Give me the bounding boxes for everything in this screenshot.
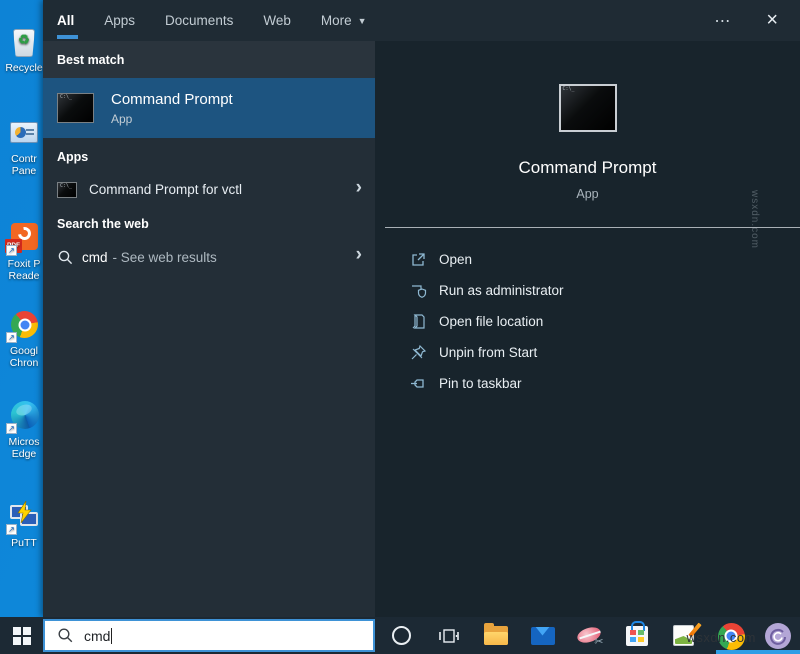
chevron-down-icon: ▼ [357,15,367,26]
desktop-icon-label: Chron [9,357,39,369]
desktop-icon-label: Foxit P [7,258,41,270]
context-actions: Open Run as administrator Open file loca… [375,244,800,399]
desktop-icon-putty[interactable]: ↗ PuTT [1,500,47,549]
edge-icon: ↗ [6,399,41,434]
open-icon [412,253,425,266]
preview-panel: Command Prompt App Open [375,41,800,617]
options-ellipsis-icon[interactable]: ⋯ [714,11,732,31]
text-caret [111,627,113,644]
mail-icon [530,626,555,645]
desktop-icon-recycle-bin[interactable]: ♻ Recycle [1,25,47,74]
recycle-bin-icon: ♻ [7,25,41,59]
taskbar-file-explorer-button[interactable] [472,617,519,654]
foxit-reader-icon: PDF ↗ [5,221,41,256]
result-command-prompt-for-vctl[interactable]: Command Prompt for vctl › [43,172,375,207]
tab-web[interactable]: Web [263,0,291,41]
taskbar-task-view-button[interactable] [425,617,472,654]
action-pin-to-taskbar[interactable]: Pin to taskbar [375,368,800,399]
chrome-icon: ↗ [6,308,41,343]
desktop-icon-label: Googl [9,345,39,357]
close-icon[interactable]: × [766,9,778,32]
command-prompt-icon [57,93,94,123]
search-filter-tabs: All Apps Documents Web More ▼ ⋯ × [43,0,800,41]
tab-more[interactable]: More ▼ [321,0,367,41]
putty-icon: ↗ [6,500,41,535]
taskbar-store-button[interactable] [613,617,660,654]
best-match-header: Best match [43,41,375,78]
best-match-title: Command Prompt [111,90,233,108]
bottom-edge-strip [716,650,800,654]
bittorrent-icon [764,622,791,649]
action-run-as-administrator[interactable]: Run as administrator [375,275,800,306]
desktop-icon-label: Edge [11,448,37,460]
preview-subtitle: App [576,187,599,201]
action-open-file-location[interactable]: Open file location [375,306,800,337]
taskbar-media-tool-button[interactable]: ✂ [566,617,613,654]
shortcut-arrow-icon: ↗ [6,245,17,256]
preview-title: Command Prompt [518,158,657,177]
command-prompt-icon-large [558,84,617,132]
desktop-icon-label: Recycle [5,62,43,74]
watermark-vertical: wsxdn.com [749,190,760,250]
taskbar-bittorrent-button[interactable] [754,617,800,654]
watermark: wsxdn.com [686,630,756,645]
best-match-result-command-prompt[interactable]: Command Prompt App [43,78,375,138]
shortcut-arrow-icon: ↗ [6,423,17,434]
shortcut-arrow-icon: ↗ [6,524,17,535]
tab-documents[interactable]: Documents [165,0,233,41]
desktop-icon-label: Reade [8,270,40,282]
action-open[interactable]: Open [375,244,800,275]
desktop-icon-google-chrome[interactable]: ↗ Googl Chron [1,308,47,369]
chevron-right-icon[interactable]: › [356,244,362,266]
divider [385,227,800,228]
disc-scissors-icon: ✂ [574,624,604,648]
shortcut-arrow-icon: ↗ [6,332,17,343]
windows-logo-icon [12,626,31,645]
desktop-icon-label: Micros [8,436,40,448]
taskbar: cmd ✂ [0,617,800,654]
search-flyout: All Apps Documents Web More ▼ ⋯ × Best ma… [43,0,800,617]
action-unpin-from-start[interactable]: Unpin from Start [375,337,800,368]
tab-all[interactable]: All [57,0,79,41]
taskbar-search-box[interactable]: cmd [43,619,375,652]
task-view-icon [438,628,459,643]
search-results-panel: Best match Command Prompt App Apps Comma… [43,41,375,617]
desktop-icon-foxit-reader[interactable]: PDF ↗ Foxit P Reade [1,221,47,282]
taskbar-cortana-button[interactable] [378,617,425,654]
desktop-icon-microsoft-edge[interactable]: ↗ Micros Edge [1,399,47,460]
screen: ♻ Recycle Contr Pane PDF ↗ Foxit P Reade… [0,0,800,654]
result-cmd-web-search[interactable]: cmd - See web results › [43,239,375,275]
start-button[interactable] [0,617,43,654]
file-location-icon [412,314,425,329]
search-icon [58,250,73,264]
desktop-icon-label: Pane [11,165,37,177]
command-prompt-icon [57,181,77,198]
desktop-icon-control-panel[interactable]: Contr Pane [1,116,47,177]
file-explorer-icon [483,623,508,645]
microsoft-store-icon [625,620,648,646]
search-icon [58,628,73,643]
desktop-icon-label: Contr [11,153,37,165]
pin-icon [411,379,424,388]
control-panel-icon [7,116,41,150]
web-section-header: Search the web [57,217,149,231]
admin-shield-icon [412,285,427,298]
unpin-icon [411,344,427,360]
taskbar-mail-button[interactable] [519,617,566,654]
chevron-right-icon[interactable]: › [356,177,362,199]
cortana-icon [392,626,411,645]
search-input-value[interactable]: cmd [84,628,110,644]
apps-section-header: Apps [57,150,89,164]
desktop-icon-label: PuTT [11,537,37,549]
tab-apps[interactable]: Apps [104,0,135,41]
best-match-subtitle: App [111,111,133,126]
